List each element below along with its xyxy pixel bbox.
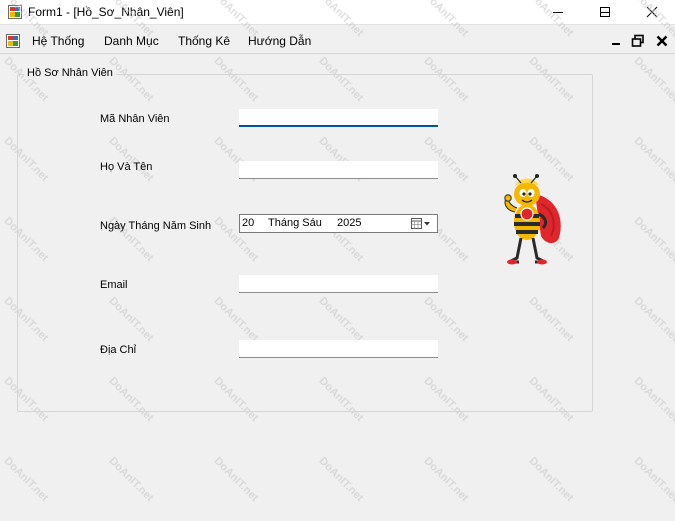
- app-icon: [8, 5, 22, 19]
- watermark-text: DoAnIT.net: [421, 455, 471, 505]
- address-input[interactable]: [239, 340, 438, 358]
- birth-date-picker[interactable]: 20 Tháng Sáu 2025: [239, 214, 438, 233]
- email-label: Email: [100, 279, 128, 291]
- employee-id-label: Mã Nhân Viên: [100, 113, 170, 125]
- birth-date-label: Ngày Tháng Năm Sinh: [100, 220, 212, 232]
- birth-date-day[interactable]: 20: [242, 217, 254, 229]
- groupbox-title: Hồ Sơ Nhân Viên: [24, 67, 116, 79]
- menu-he-thong[interactable]: Hệ Thống: [32, 34, 84, 48]
- maximize-window-button[interactable]: [585, 0, 625, 24]
- menu-thong-ke[interactable]: Thống Kê: [178, 34, 230, 48]
- minimize-icon: [553, 12, 563, 13]
- birth-date-year[interactable]: 2025: [337, 217, 361, 229]
- menu-huong-dan[interactable]: Hướng Dẫn: [248, 34, 311, 48]
- watermark-text: DoAnIT.net: [631, 135, 675, 185]
- email-input[interactable]: [239, 275, 438, 293]
- watermark-text: DoAnIT.net: [631, 455, 675, 505]
- watermark-text: DoAnIT.net: [316, 455, 366, 505]
- child-minimize-icon[interactable]: [609, 34, 623, 48]
- watermark-text: DoAnIT.net: [631, 375, 675, 425]
- menu-danh-muc[interactable]: Danh Mục: [104, 34, 159, 48]
- full-name-input[interactable]: [239, 161, 438, 179]
- employee-id-input[interactable]: [239, 109, 438, 127]
- watermark-text: DoAnIT.net: [526, 455, 576, 505]
- close-icon: [646, 6, 658, 18]
- watermark-text: DoAnIT.net: [211, 455, 261, 505]
- watermark-text: DoAnIT.net: [631, 295, 675, 345]
- child-close-icon[interactable]: [655, 34, 669, 48]
- mdi-child-icon[interactable]: [6, 34, 20, 48]
- address-label: Địa Chỉ: [100, 344, 137, 356]
- watermark-text: DoAnIT.net: [631, 215, 675, 265]
- minimize-window-button[interactable]: [538, 0, 578, 24]
- watermark-text: DoAnIT.net: [106, 455, 156, 505]
- watermark-text: DoAnIT.net: [1, 455, 51, 505]
- calendar-dropdown-icon[interactable]: [410, 217, 434, 230]
- maximize-icon: [600, 7, 610, 17]
- window-title: Form1 - [Hồ_Sơ_Nhân_Viên]: [28, 5, 184, 19]
- close-window-button[interactable]: [632, 0, 672, 24]
- full-name-label: Họ Và Tên: [100, 161, 153, 173]
- menu-bar: Hệ Thống Danh Mục Thống Kê Hướng Dẫn: [0, 29, 675, 54]
- bee-mascot-image: [504, 174, 561, 265]
- child-restore-icon[interactable]: [631, 34, 645, 48]
- watermark-text: DoAnIT.net: [631, 55, 675, 105]
- birth-date-month[interactable]: Tháng Sáu: [268, 217, 322, 229]
